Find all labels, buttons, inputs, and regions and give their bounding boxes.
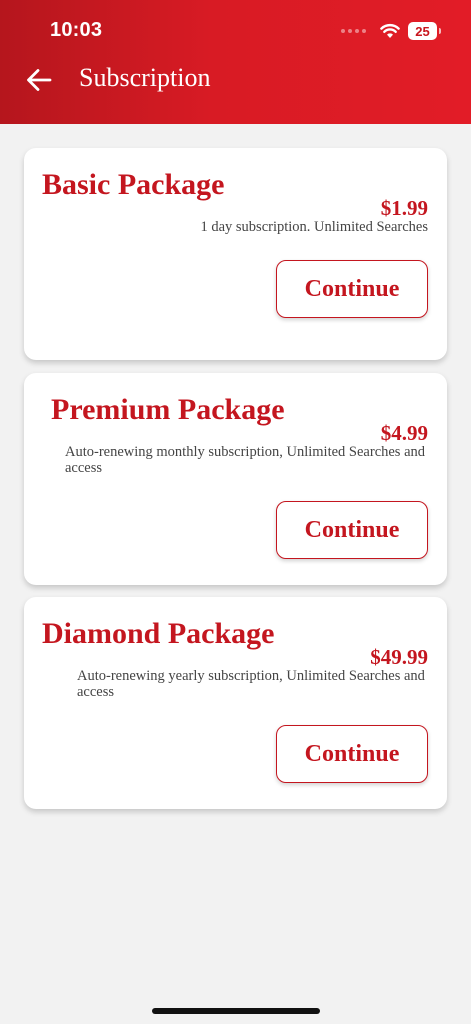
package-card-diamond: Diamond Package $49.99 Auto-renewing yea…	[24, 597, 447, 809]
home-indicator[interactable]	[152, 1008, 320, 1014]
arrow-left-icon[interactable]	[25, 66, 53, 94]
continue-button-diamond[interactable]: Continue	[276, 725, 428, 783]
package-description: 1 day subscription. Unlimited Searches	[200, 219, 428, 235]
battery-icon: 25	[408, 22, 441, 40]
package-card-premium: Premium Package $4.99 Auto-renewing mont…	[24, 373, 447, 585]
continue-button-basic[interactable]: Continue	[276, 260, 428, 318]
continue-button-premium[interactable]: Continue	[276, 501, 428, 559]
package-title: Basic Package	[42, 168, 225, 201]
page-title: Subscription	[79, 63, 211, 92]
cellular-dots-icon	[341, 29, 366, 33]
package-price: $1.99	[380, 196, 428, 220]
package-description: Auto-renewing yearly subscription, Unlim…	[77, 668, 425, 700]
wifi-icon	[380, 24, 400, 38]
package-price: $4.99	[380, 421, 428, 445]
package-title: Premium Package	[51, 393, 285, 426]
package-card-basic: Basic Package $1.99 1 day subscription. …	[24, 148, 447, 360]
app-header: 10:03 25 Subscription	[0, 0, 471, 124]
status-time: 10:03	[50, 19, 103, 41]
package-price: $49.99	[370, 645, 428, 669]
package-title: Diamond Package	[42, 617, 275, 650]
status-icons: 25	[341, 22, 441, 40]
package-description: Auto-renewing monthly subscription, Unli…	[65, 444, 426, 476]
